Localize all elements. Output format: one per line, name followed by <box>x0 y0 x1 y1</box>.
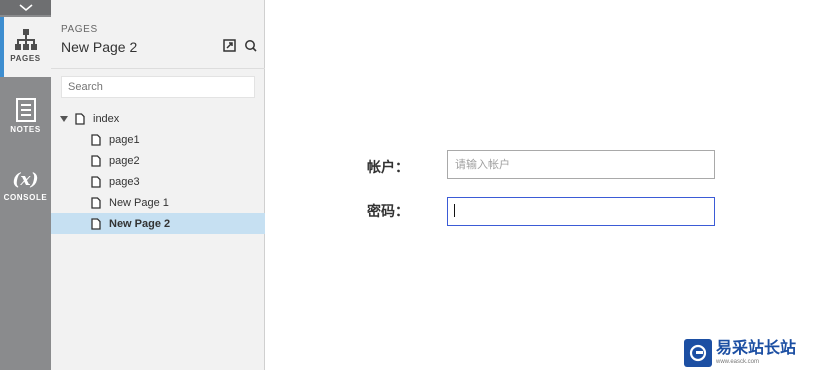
rail-console-label: CONSOLE <box>3 193 48 202</box>
export-page-icon[interactable] <box>223 39 236 52</box>
rail-tab-console[interactable]: (x) CONSOLE <box>0 170 51 218</box>
tree-node-index[interactable]: index <box>51 108 265 129</box>
tree-node-label: page1 <box>109 133 140 146</box>
tree-node-new-page-1[interactable]: New Page 1 <box>51 192 265 213</box>
watermark-text: 易采站长站 <box>716 340 797 357</box>
password-input[interactable] <box>447 197 715 226</box>
left-rail: PAGES NOTES (x) CONSOLE <box>0 0 51 370</box>
variable-icon: (x) <box>12 170 39 190</box>
panel-divider <box>51 68 265 69</box>
tree-node-page3[interactable]: page3 <box>51 171 265 192</box>
watermark-text-group: 易采站长站 www.easck.com <box>716 340 796 366</box>
collapse-toggle[interactable] <box>0 0 51 15</box>
page-search-input[interactable] <box>61 76 255 98</box>
tree-node-label: New Page 1 <box>109 196 169 209</box>
tree-node-label: page3 <box>109 175 140 188</box>
tree-node-label: page2 <box>109 154 140 167</box>
page-tree: index page1 page2 page3 New Page 1 New P… <box>51 108 265 234</box>
chevron-down-icon <box>18 3 33 11</box>
text-cursor <box>454 204 455 217</box>
page-icon <box>91 154 101 167</box>
tree-node-page2[interactable]: page2 <box>51 150 265 171</box>
design-canvas <box>266 0 818 370</box>
page-icon <box>91 175 101 188</box>
expand-caret-icon[interactable] <box>59 115 69 122</box>
page-icon <box>91 217 101 230</box>
tree-node-label: index <box>93 112 120 125</box>
rail-pages-label: PAGES <box>10 54 41 63</box>
tree-node-new-page-2[interactable]: New Page 2 <box>51 213 265 234</box>
page-icon <box>91 196 101 209</box>
account-label: 帐户： <box>367 159 409 175</box>
rail-tab-notes[interactable]: NOTES <box>0 98 51 146</box>
search-pages-icon[interactable] <box>244 39 257 52</box>
password-label: 密码： <box>367 203 409 219</box>
rail-notes-label: NOTES <box>10 125 41 134</box>
panel-header: PAGES New Page 2 <box>61 24 257 55</box>
watermark-badge-icon <box>684 339 712 367</box>
sitemap-icon <box>14 29 37 50</box>
pages-panel: PAGES New Page 2 index <box>51 0 265 370</box>
panel-kicker: PAGES <box>61 24 98 35</box>
tree-node-page1[interactable]: page1 <box>51 129 265 150</box>
account-input[interactable] <box>447 150 715 179</box>
page-icon <box>91 133 101 146</box>
page-icon <box>75 112 85 125</box>
tree-node-label: New Page 2 <box>109 217 171 230</box>
notes-icon <box>15 98 36 122</box>
rail-tab-pages[interactable]: PAGES <box>0 17 51 77</box>
watermark-logo: 易采站长站 www.easck.com <box>684 338 816 368</box>
panel-actions <box>223 39 257 52</box>
watermark-subtext: www.easck.com <box>716 359 760 365</box>
